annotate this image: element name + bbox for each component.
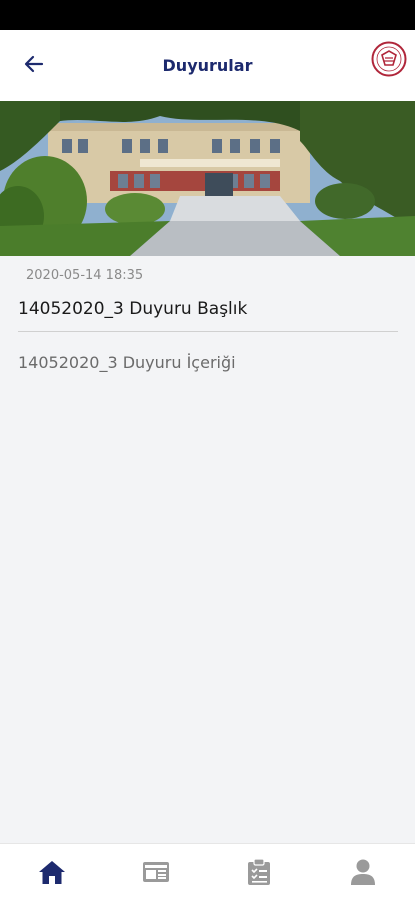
nav-clipboard[interactable] — [229, 850, 289, 894]
app-header: Duyurular — [0, 30, 415, 101]
nav-news[interactable] — [126, 850, 186, 894]
nav-home[interactable] — [22, 850, 82, 894]
status-bar — [0, 0, 415, 30]
bottom-nav — [0, 843, 415, 900]
institution-logo — [371, 41, 407, 77]
back-button[interactable] — [14, 44, 54, 84]
announcement-date: 2020-05-14 18:35 — [26, 268, 144, 283]
arrow-left-icon — [24, 55, 44, 73]
page-title: Duyurular — [162, 56, 253, 75]
clipboard-icon — [248, 858, 271, 885]
hero-image — [0, 101, 415, 256]
announcement-body: 14052020_3 Duyuru İçeriği — [18, 353, 236, 372]
home-icon — [38, 861, 65, 884]
nav-profile[interactable] — [333, 850, 393, 894]
divider — [18, 331, 398, 332]
news-icon — [142, 862, 169, 882]
user-icon — [351, 859, 376, 885]
announcement-title: 14052020_3 Duyuru Başlık — [18, 299, 248, 319]
